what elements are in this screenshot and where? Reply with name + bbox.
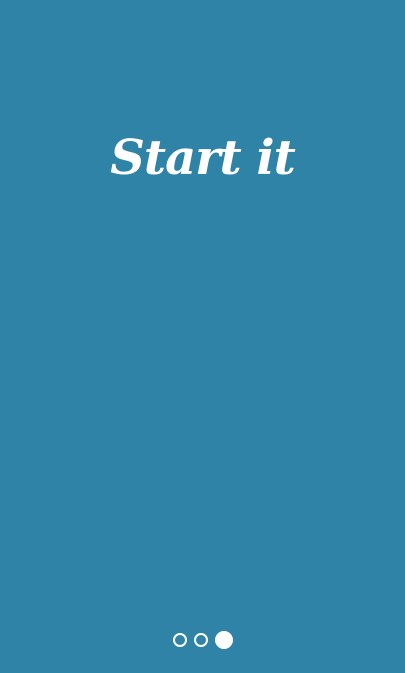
onboarding-headline: Start it <box>110 130 296 186</box>
page-indicator-dot-2[interactable] <box>193 633 208 647</box>
page-indicator <box>0 631 405 649</box>
onboarding-screen: Start it <box>0 0 405 673</box>
page-indicator-dot-1[interactable] <box>172 633 187 647</box>
page-indicator-dot-3[interactable] <box>214 631 233 649</box>
